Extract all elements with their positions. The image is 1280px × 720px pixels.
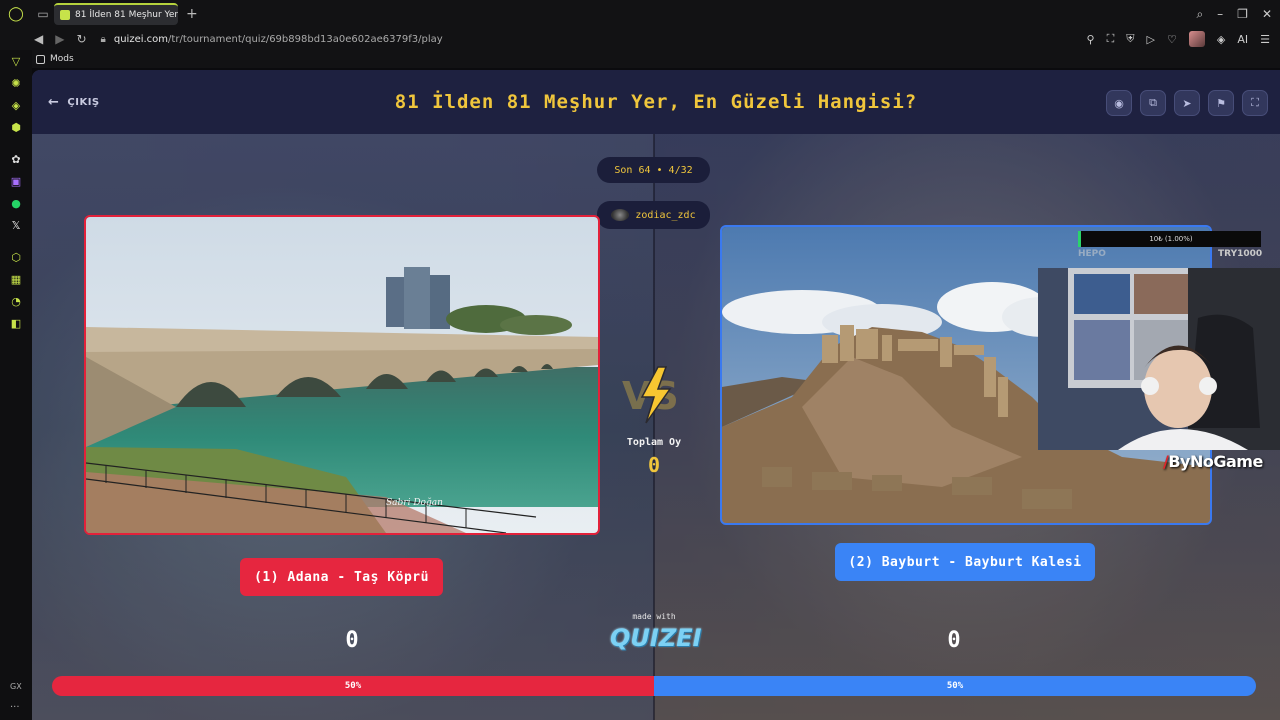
total-votes-label: Toplam Oy	[626, 437, 682, 448]
toolbar-right: ⚲ ⛶ ⛨ ▷ ♡ ◈ AI ☰	[1087, 28, 1270, 50]
quiz-title: 81 İlden 81 Meşhur Yer, En Güzeli Hangis…	[394, 91, 918, 113]
nav-buttons: ◀ ▶ ↻	[34, 32, 87, 46]
donation-code-label: TRY1000	[1218, 249, 1263, 259]
sidebar-footer-label: GX	[10, 682, 22, 691]
sidebar-app-icon-1[interactable]: ⬡	[9, 250, 23, 264]
right-percentage-fill: 50%	[654, 676, 1256, 696]
sidebar-app-icon-4[interactable]: ◧	[9, 316, 23, 330]
url-path: /tr/tournament/quiz/69b898bd13a0e602ae63…	[168, 33, 443, 45]
round-badge: Son 64 • 4/32	[597, 157, 710, 183]
sidebar-app-icon-2[interactable]: ▦	[9, 272, 23, 286]
made-with-label: made with	[632, 612, 676, 621]
quizei-logo[interactable]: QUIZEI	[610, 624, 702, 652]
tab-islands-icon[interactable]: ▭	[32, 0, 54, 28]
window-controls: ⌕ – ❐ ✕	[1196, 0, 1272, 28]
vs-lightning-icon: VS	[622, 366, 679, 424]
donation-left-label: HEPO	[1078, 249, 1106, 259]
username: zodiac_zdc	[635, 209, 696, 221]
url-host: quizei.com	[113, 33, 169, 45]
flag-icon[interactable]: ⚑	[1208, 90, 1234, 116]
snapshot-icon[interactable]: ⛶	[1107, 32, 1115, 46]
sponsor-label: ByNoGame	[1168, 452, 1263, 471]
bridge-photo: Sabri Doğan	[86, 217, 598, 533]
gx-corner-icon[interactable]: ✺	[9, 76, 23, 90]
whatsapp-icon[interactable]: ●	[9, 196, 23, 210]
opera-gx-logo-icon[interactable]: ◯	[0, 0, 32, 28]
donation-goal-bar: 10₺ (1.00%)	[1078, 231, 1261, 247]
chatgpt-icon[interactable]: ✿	[9, 152, 23, 166]
total-votes-count: 0	[647, 453, 661, 477]
extensions-icon[interactable]: ◈	[1217, 33, 1225, 46]
address-bar: ◀ ▶ ↻ 🔒︎ quizei.com/tr/tournament/quiz/6…	[0, 28, 1280, 50]
url-field[interactable]: 🔒︎ quizei.com/tr/tournament/quiz/69b898b…	[101, 34, 443, 45]
reload-icon[interactable]: ↻	[76, 32, 86, 46]
round-label: Son 64 • 4/32	[614, 164, 693, 176]
tab-title: 81 İlden 81 Meşhur Yer, En	[75, 10, 178, 20]
user-badge: zodiac_zdc	[597, 201, 710, 229]
gx-cleaner-icon[interactable]: ◈	[9, 98, 23, 112]
mods-icon	[36, 54, 45, 64]
sponsor-logo: /ByNoGame	[1163, 452, 1263, 471]
forward-nav-icon[interactable]: ▶	[55, 32, 64, 46]
lock-icon: 🔒︎	[100, 33, 106, 45]
ai-button[interactable]: AI	[1237, 33, 1248, 46]
user-avatar	[611, 209, 630, 221]
left-choice-image[interactable]: Sabri Doğan	[84, 215, 600, 535]
gx-mods-icon[interactable]: ⬢	[9, 120, 23, 134]
send-icon[interactable]: ➤	[1174, 90, 1200, 116]
right-score: 0	[947, 628, 961, 653]
right-choice-button[interactable]: (2) Bayburt - Bayburt Kalesi	[835, 543, 1095, 581]
more-icon[interactable]: ···	[10, 702, 20, 713]
webcam-overlay	[1038, 268, 1280, 450]
share-icon[interactable]: ⧉	[1140, 90, 1166, 116]
gx-control-icon[interactable]: ▽	[9, 54, 23, 68]
bookmark-mods[interactable]: Mods	[50, 54, 74, 64]
back-nav-icon[interactable]: ◀	[34, 32, 43, 46]
left-score: 0	[345, 628, 359, 653]
left-choice-button[interactable]: (1) Adana - Taş Köprü	[240, 558, 443, 596]
minimize-icon[interactable]: –	[1217, 7, 1223, 21]
browser-sidebar: ▽ ✺ ◈ ⬢ ✿ ▣ ● 𝕏 ⬡ ▦ ◔ ◧ GX ···	[0, 50, 32, 720]
left-percentage-fill: 50%	[52, 676, 654, 696]
close-window-icon[interactable]: ✕	[1262, 7, 1272, 21]
streamer-webcam-image	[1038, 268, 1280, 450]
pin-icon[interactable]: ⚲	[1087, 33, 1095, 46]
x-twitter-icon[interactable]: 𝕏	[9, 218, 23, 232]
play-icon[interactable]: ▷	[1147, 33, 1155, 46]
bookmarks-bar: Mods	[0, 50, 1280, 68]
menu-icon[interactable]: ☰	[1260, 33, 1270, 46]
shield-icon[interactable]: ⛨	[1126, 32, 1134, 46]
sidebar-app-icon-3[interactable]: ◔	[9, 294, 23, 308]
search-icon[interactable]: ⌕	[1196, 7, 1203, 22]
quiz-header: ← ÇIKIŞ 81 İlden 81 Meşhur Yer, En Güzel…	[32, 70, 1280, 134]
header-tools: ◉ ⧉ ➤ ⚑ ⛶	[1106, 90, 1268, 116]
profile-avatar[interactable]	[1188, 31, 1205, 47]
heart-icon[interactable]: ♡	[1167, 33, 1177, 46]
restore-icon[interactable]: ❐	[1237, 7, 1248, 21]
new-tab-icon[interactable]: +	[186, 6, 198, 22]
browser-tab-bar: ◯ ▭ 81 İlden 81 Meşhur Yer, En × + ⌕ – ❐…	[0, 0, 1280, 28]
twitch-icon[interactable]: ▣	[9, 174, 23, 188]
browser-tab[interactable]: 81 İlden 81 Meşhur Yer, En ×	[54, 3, 178, 25]
vote-percentage-bar: 50% 50%	[52, 676, 1256, 696]
tab-favicon-icon	[60, 10, 70, 20]
photo-watermark: Sabri Doğan	[386, 497, 443, 508]
eye-icon[interactable]: ◉	[1106, 90, 1132, 116]
fullscreen-icon[interactable]: ⛶	[1242, 90, 1268, 116]
